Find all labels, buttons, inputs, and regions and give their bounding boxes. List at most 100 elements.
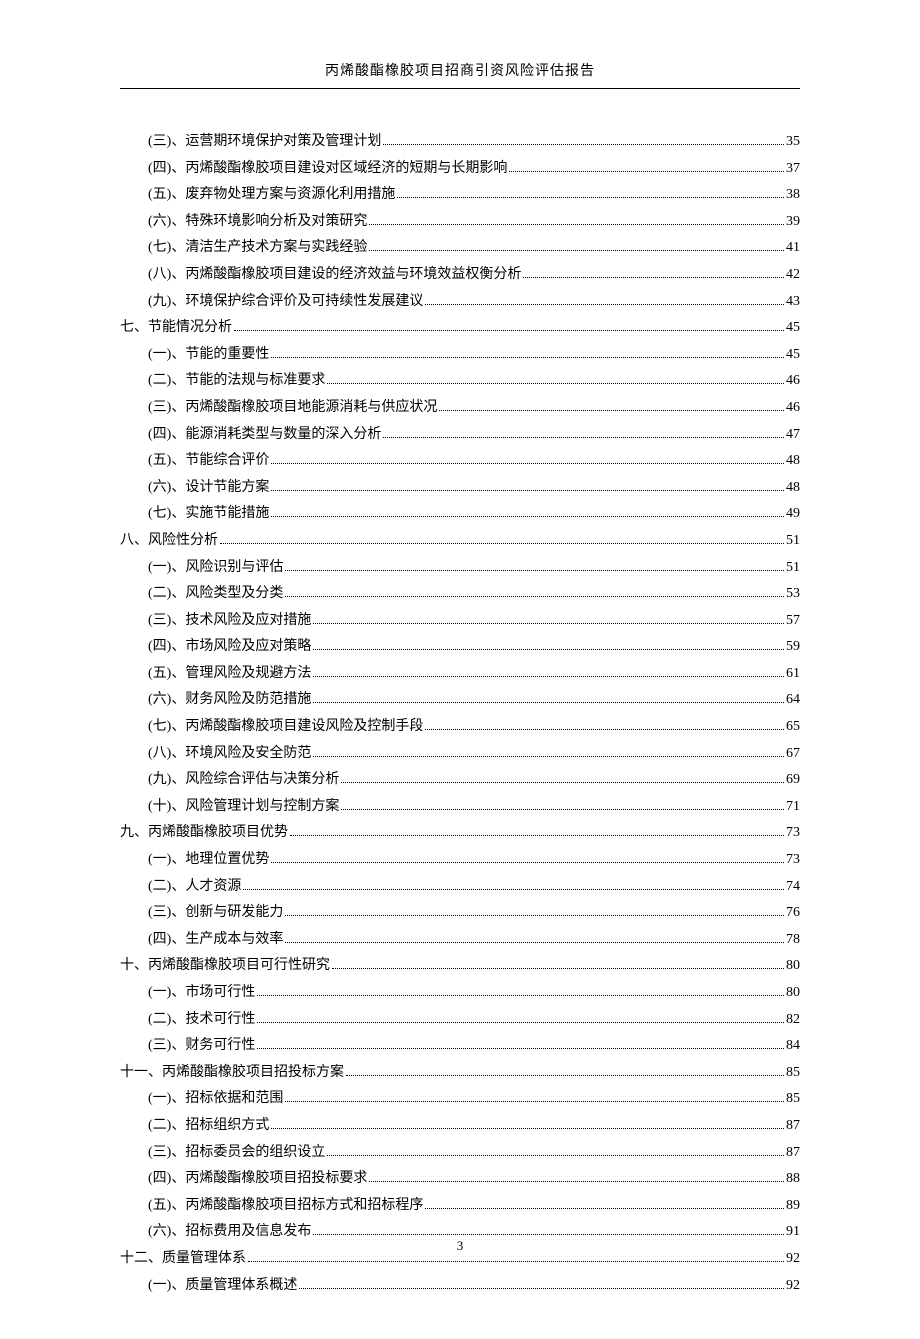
toc-entry-label: (五)、废弃物处理方案与资源化利用措施 xyxy=(148,182,395,209)
toc-entry: (三)、招标委员会的组织设立87 xyxy=(120,1140,800,1167)
toc-entry: (八)、丙烯酸酯橡胶项目建设的经济效益与环境效益权衡分析 42 xyxy=(120,262,800,289)
toc-entry: 八、风险性分析51 xyxy=(120,528,800,555)
toc-entry-page: 80 xyxy=(786,980,800,1007)
toc-dot-leader xyxy=(271,516,784,517)
toc-entry-label: (四)、丙烯酸酯橡胶项目招投标要求 xyxy=(148,1166,367,1193)
toc-dot-leader xyxy=(313,1234,784,1235)
toc-entry-page: 78 xyxy=(786,927,800,954)
toc-dot-leader xyxy=(425,729,784,730)
toc-entry-page: 41 xyxy=(786,235,800,262)
toc-entry: (三)、运营期环境保护对策及管理计划35 xyxy=(120,129,800,156)
toc-dot-leader xyxy=(341,809,784,810)
table-of-contents: (三)、运营期环境保护对策及管理计划35(四)、丙烯酸酯橡胶项目建设对区域经济的… xyxy=(120,129,800,1299)
toc-dot-leader xyxy=(313,676,784,677)
toc-entry-page: 46 xyxy=(786,395,800,422)
toc-entry: (六)、财务风险及防范措施64 xyxy=(120,687,800,714)
toc-entry: (六)、设计节能方案48 xyxy=(120,475,800,502)
toc-entry: (八)、环境风险及安全防范67 xyxy=(120,741,800,768)
toc-entry-label: (三)、财务可行性 xyxy=(148,1033,255,1060)
toc-entry-page: 39 xyxy=(786,209,800,236)
toc-entry: (三)、财务可行性 84 xyxy=(120,1033,800,1060)
toc-dot-leader xyxy=(327,1155,784,1156)
toc-entry-label: 七、节能情况分析 xyxy=(120,315,232,342)
toc-entry-label: (四)、能源消耗类型与数量的深入分析 xyxy=(148,422,381,449)
toc-entry-label: (一)、招标依据和范围 xyxy=(148,1086,283,1113)
toc-entry: (三)、丙烯酸酯橡胶项目地能源消耗与供应状况46 xyxy=(120,395,800,422)
toc-entry-label: (七)、清洁生产技术方案与实践经验 xyxy=(148,235,367,262)
toc-entry: (二)、风险类型及分类53 xyxy=(120,581,800,608)
toc-entry-page: 42 xyxy=(786,262,800,289)
toc-dot-leader xyxy=(425,304,784,305)
toc-entry-page: 37 xyxy=(786,156,800,183)
toc-entry-page: 45 xyxy=(786,342,800,369)
toc-dot-leader xyxy=(439,410,784,411)
toc-entry: (四)、市场风险及应对策略59 xyxy=(120,634,800,661)
toc-entry-page: 89 xyxy=(786,1193,800,1220)
toc-entry-label: (二)、技术可行性 xyxy=(148,1007,255,1034)
toc-dot-leader xyxy=(257,995,784,996)
toc-entry-label: (一)、市场可行性 xyxy=(148,980,255,1007)
toc-entry-label: (七)、丙烯酸酯橡胶项目建设风险及控制手段 xyxy=(148,714,423,741)
toc-dot-leader xyxy=(257,1048,784,1049)
toc-entry: 九、丙烯酸酯橡胶项目优势73 xyxy=(120,820,800,847)
toc-entry-page: 46 xyxy=(786,368,800,395)
toc-dot-leader xyxy=(313,756,784,757)
toc-entry-label: (二)、节能的法规与标准要求 xyxy=(148,368,325,395)
toc-entry-label: (二)、人才资源 xyxy=(148,874,241,901)
document-page: 丙烯酸酯橡胶项目招商引资风险评估报告 (三)、运营期环境保护对策及管理计划35(… xyxy=(0,0,920,1339)
toc-dot-leader xyxy=(285,1101,784,1102)
toc-entry-page: 65 xyxy=(786,714,800,741)
toc-entry: 七、节能情况分析 45 xyxy=(120,315,800,342)
toc-entry: (五)、废弃物处理方案与资源化利用措施 38 xyxy=(120,182,800,209)
toc-dot-leader xyxy=(290,835,784,836)
toc-entry-label: (三)、技术风险及应对措施 xyxy=(148,608,311,635)
toc-entry: (七)、清洁生产技术方案与实践经验 41 xyxy=(120,235,800,262)
toc-entry: (四)、能源消耗类型与数量的深入分析47 xyxy=(120,422,800,449)
toc-entry-page: 92 xyxy=(786,1273,800,1300)
toc-entry-page: 76 xyxy=(786,900,800,927)
toc-entry: (一)、质量管理体系概述92 xyxy=(120,1273,800,1300)
toc-entry-label: (五)、丙烯酸酯橡胶项目招标方式和招标程序 xyxy=(148,1193,423,1220)
toc-dot-leader xyxy=(285,915,784,916)
toc-entry: (九)、风险综合评估与决策分析69 xyxy=(120,767,800,794)
toc-dot-leader xyxy=(299,1288,784,1289)
toc-dot-leader xyxy=(271,490,784,491)
toc-dot-leader xyxy=(271,463,784,464)
toc-dot-leader xyxy=(285,570,784,571)
toc-entry: (七)、实施节能措施49 xyxy=(120,501,800,528)
toc-dot-leader xyxy=(327,383,784,384)
toc-entry-page: 45 xyxy=(786,315,800,342)
toc-dot-leader xyxy=(383,144,784,145)
toc-entry-page: 73 xyxy=(786,847,800,874)
toc-entry: (四)、丙烯酸酯橡胶项目招投标要求88 xyxy=(120,1166,800,1193)
toc-dot-leader xyxy=(248,1261,784,1262)
header-underline xyxy=(120,88,800,89)
toc-dot-leader xyxy=(509,171,784,172)
toc-entry: (一)、节能的重要性 45 xyxy=(120,342,800,369)
toc-entry-page: 87 xyxy=(786,1140,800,1167)
toc-entry-label: (九)、风险综合评估与决策分析 xyxy=(148,767,339,794)
toc-entry-label: (九)、环境保护综合评价及可持续性发展建议 xyxy=(148,289,423,316)
toc-entry-label: (八)、丙烯酸酯橡胶项目建设的经济效益与环境效益权衡分析 xyxy=(148,262,521,289)
toc-entry-page: 38 xyxy=(786,182,800,209)
toc-dot-leader xyxy=(425,1208,784,1209)
toc-entry: (七)、丙烯酸酯橡胶项目建设风险及控制手段 65 xyxy=(120,714,800,741)
toc-entry: (五)、管理风险及规避方法61 xyxy=(120,661,800,688)
toc-entry-label: (五)、管理风险及规避方法 xyxy=(148,661,311,688)
toc-entry-page: 48 xyxy=(786,475,800,502)
toc-entry-page: 85 xyxy=(786,1086,800,1113)
toc-entry-label: 八、风险性分析 xyxy=(120,528,218,555)
toc-entry-page: 87 xyxy=(786,1113,800,1140)
toc-entry: (一)、地理位置优势73 xyxy=(120,847,800,874)
toc-entry-page: 85 xyxy=(786,1060,800,1087)
toc-entry-page: 82 xyxy=(786,1007,800,1034)
toc-entry-page: 80 xyxy=(786,953,800,980)
toc-entry-page: 48 xyxy=(786,448,800,475)
toc-dot-leader xyxy=(234,330,784,331)
toc-entry-label: (七)、实施节能措施 xyxy=(148,501,269,528)
toc-entry-page: 64 xyxy=(786,687,800,714)
toc-entry: (六)、特殊环境影响分析及对策研究39 xyxy=(120,209,800,236)
toc-entry-label: (一)、节能的重要性 xyxy=(148,342,269,369)
toc-dot-leader xyxy=(257,1022,784,1023)
toc-entry-page: 84 xyxy=(786,1033,800,1060)
